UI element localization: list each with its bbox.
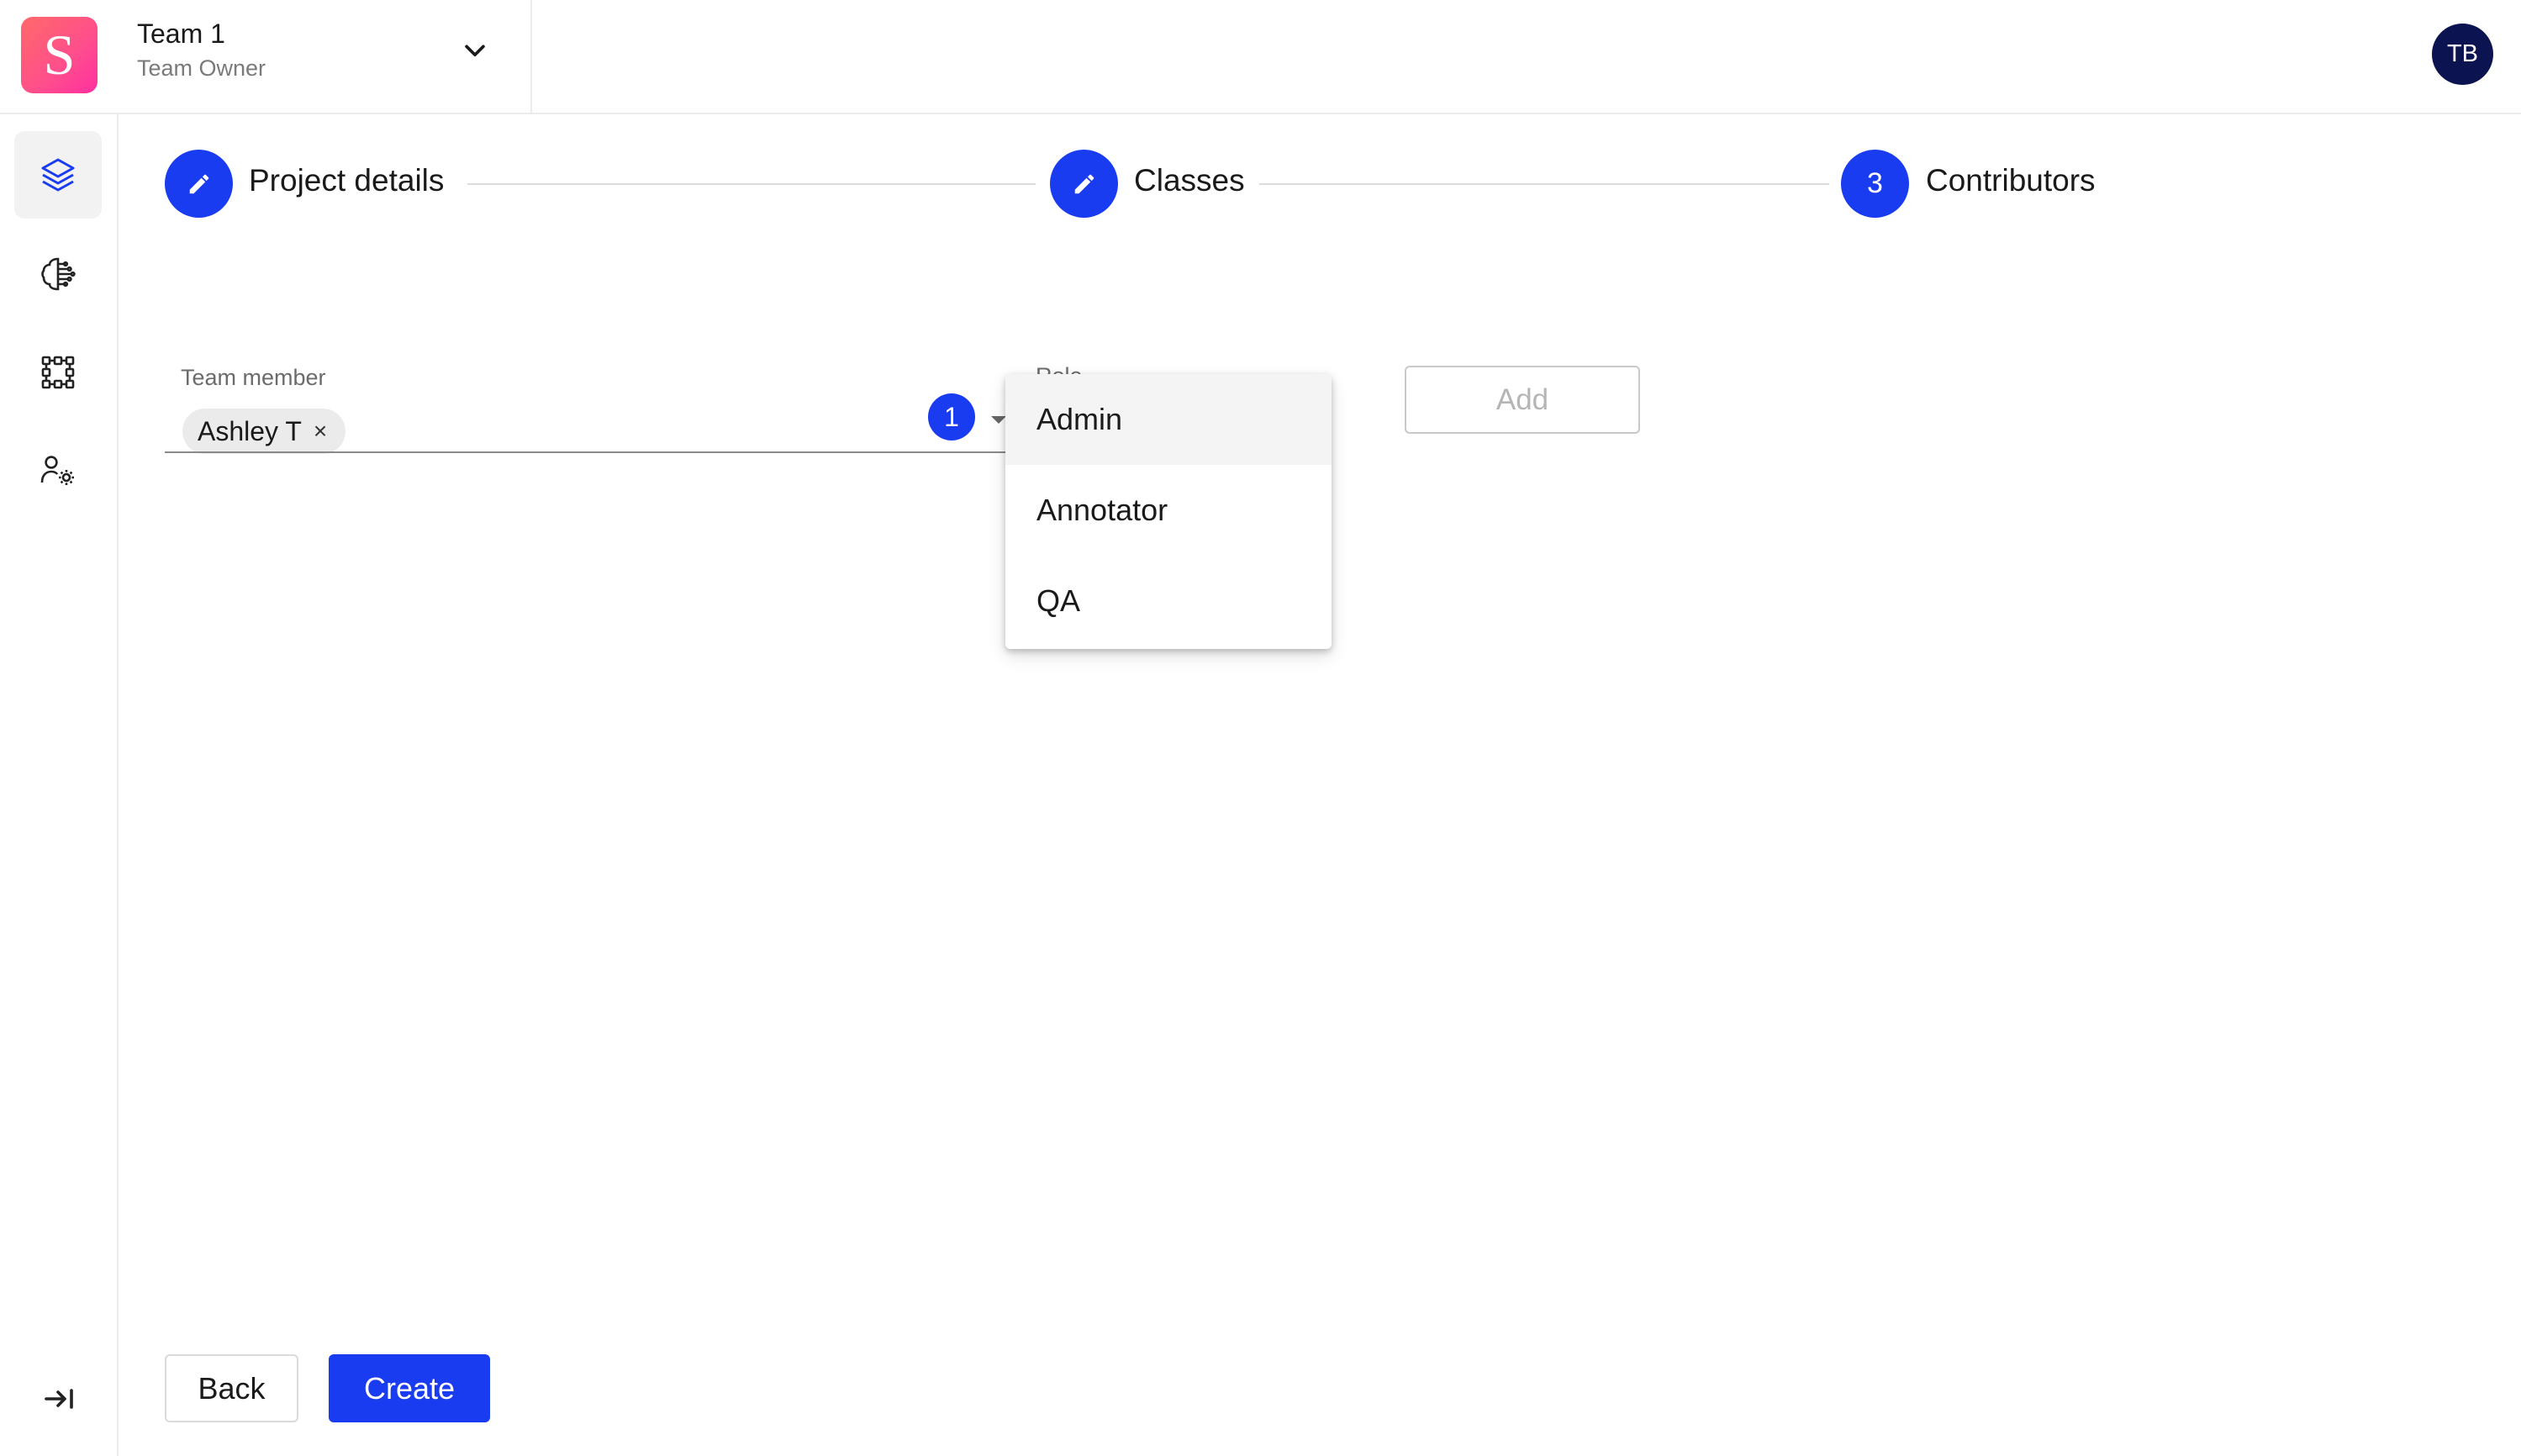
member-chip-label: Ashley T — [198, 415, 302, 446]
grid-nodes-icon — [41, 356, 75, 389]
team-name: Team 1 — [137, 18, 225, 49]
menu-item-annotator[interactable]: Annotator — [1005, 465, 1332, 556]
role-dropdown-menu: Admin Annotator QA — [1005, 374, 1332, 649]
back-button[interactable]: Back — [165, 1354, 298, 1422]
step-1-edit-icon[interactable] — [165, 150, 233, 218]
team-member-input[interactable] — [165, 451, 1007, 453]
menu-item-admin[interactable]: Admin — [1005, 374, 1332, 465]
sidebar-item-projects[interactable] — [14, 131, 102, 219]
step-2-edit-icon[interactable] — [1050, 150, 1118, 218]
step-connector-1 — [467, 183, 1036, 185]
sidebar-item-team-settings[interactable] — [14, 427, 102, 514]
step-3-number: 3 — [1841, 150, 1909, 218]
users-gear-icon — [40, 456, 74, 485]
step-1-label[interactable]: Project details — [249, 163, 444, 198]
top-bar: S Team 1 Team Owner TB — [0, 0, 2521, 114]
pencil-icon — [1074, 174, 1094, 193]
pencil-icon — [189, 174, 208, 193]
team-role: Team Owner — [137, 55, 266, 81]
create-button[interactable]: Create — [329, 1354, 490, 1422]
sidebar — [0, 114, 119, 1456]
step-connector-2 — [1259, 183, 1829, 185]
sidebar-item-models[interactable] — [14, 230, 102, 318]
user-avatar[interactable]: TB — [2432, 24, 2493, 85]
selected-count-badge: 1 — [928, 393, 975, 440]
dropdown-arrow-icon[interactable] — [991, 416, 1006, 424]
brain-icon — [41, 257, 76, 291]
step-2-label[interactable]: Classes — [1134, 163, 1245, 198]
add-button[interactable]: Add — [1405, 366, 1640, 434]
app-logo: S — [21, 17, 98, 93]
sidebar-item-workflows[interactable] — [14, 329, 102, 416]
layers-icon — [41, 158, 75, 192]
team-member-label: Team member — [181, 365, 326, 390]
chevron-down-icon[interactable] — [461, 37, 489, 66]
team-switcher[interactable]: S Team 1 Team Owner — [0, 0, 532, 114]
collapse-right-icon[interactable] — [40, 1379, 80, 1419]
step-3-label: Contributors — [1926, 163, 2096, 198]
close-icon[interactable]: × — [314, 418, 327, 445]
member-chip: Ashley T × — [182, 409, 346, 454]
menu-item-qa[interactable]: QA — [1005, 556, 1332, 646]
